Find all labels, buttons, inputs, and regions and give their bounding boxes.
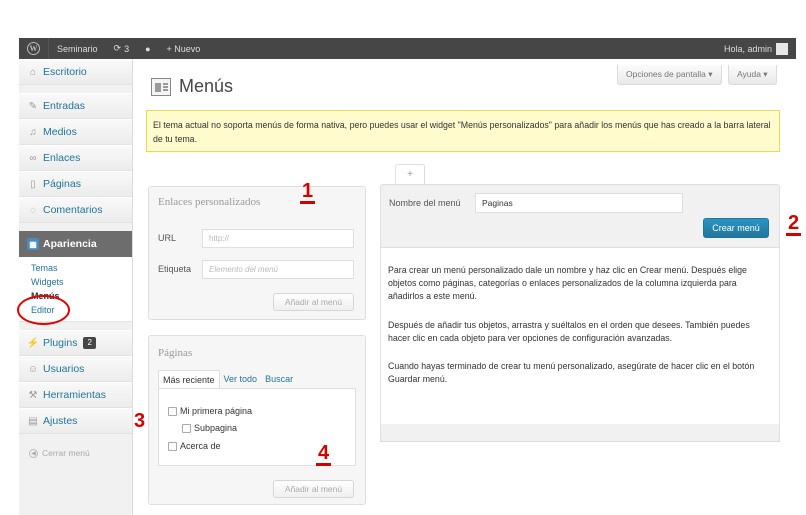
menu-name-label: Nombre del menú [389,198,461,208]
screen-options-tab[interactable]: Opciones de pantalla ▾ [617,65,722,85]
page-item-label: Subpagina [194,423,238,433]
instructions-paragraph-2: Después de añadir tus objetos, arrastra … [388,320,750,343]
annotation-number-2: 2 [786,212,802,236]
sidebar-item-label: Medios [43,126,77,138]
sidebar-item-escritorio[interactable]: ⌂ Escritorio [19,59,132,85]
annotation-number-3: 3 [134,410,145,433]
page-icon: ▯ [30,178,36,190]
sidebar-item-apariencia[interactable]: ▦ Apariencia [19,231,132,257]
settings-icon: ▤ [28,415,38,427]
sidebar-item-plugins[interactable]: ⚡ Plugins 2 [19,330,132,356]
sidebar-item-herramientas[interactable]: ⚒ Herramientas [19,382,132,408]
pages-box: Páginas Más reciente Ver todo Buscar Mi … [148,335,366,505]
updates-count: 3 [124,43,130,54]
wordpress-logo-icon[interactable]: W [19,38,49,59]
instructions-paragraph-3: Cuando hayas terminado de crear tu menú … [388,361,755,384]
appearance-icon: ▦ [27,238,39,250]
comment-bubble-icon: ● [145,43,151,54]
page-checkbox[interactable] [168,441,177,451]
sidebar-item-label: Páginas [43,178,81,190]
menu-item-label-input[interactable]: Elemento del menú [202,260,354,279]
plugin-icon: ⚡ [26,337,40,349]
tab-search[interactable]: Buscar [261,370,297,389]
collapse-menu-label: Cerrar menú [42,448,90,458]
sidebar-item-enlaces[interactable]: ∞ Enlaces [19,145,132,171]
list-item[interactable]: Acerca de [168,441,221,451]
sidebar-item-label: Comentarios [43,204,103,216]
annotation-number-1: 1 [300,180,316,204]
comment-icon: ◌ [30,204,36,216]
link-icon: ∞ [29,152,37,164]
sidebar-item-entradas[interactable]: ✎ Entradas [19,93,132,119]
label-label: Etiqueta [158,264,192,274]
custom-links-title[interactable]: Enlaces personalizados [158,196,260,208]
media-icon: ♫ [29,126,37,138]
tab-most-recent[interactable]: Más reciente [158,370,220,389]
highlight-circle-annotation [17,295,70,325]
page-checkbox[interactable] [182,423,191,433]
sidebar-item-label: Apariencia [43,238,97,250]
sidebar-item-label: Enlaces [43,152,81,164]
add-pages-button[interactable]: Añadir al menú [273,480,354,498]
page-header: Menús [151,76,233,97]
page-checkbox[interactable] [168,406,177,416]
annotation-label: 4 [318,442,330,464]
help-tab[interactable]: Ayuda ▾ [728,65,777,85]
account-menu[interactable]: Hola, admin [716,38,796,59]
pages-tabs: Más reciente Ver todo Buscar [158,370,297,389]
create-menu-button[interactable]: Crear menú [703,218,769,238]
sidebar-item-ajustes[interactable]: ▤ Ajustes [19,408,132,434]
menu-footer [380,424,780,442]
annotation-label: 1 [302,180,314,202]
instructions-paragraph-1: Para crear un menú personalizado dale un… [388,265,747,301]
sidebar-item-label: Usuarios [43,363,85,375]
menu-name-input[interactable]: Paginas [475,193,683,213]
plugins-update-badge: 2 [83,337,96,349]
greeting-text: Hola, admin [723,43,772,54]
site-name-link[interactable]: Seminario [49,38,106,59]
sidebar-item-usuarios[interactable]: ☺ Usuarios [19,356,132,382]
users-icon: ☺ [27,363,39,375]
page-title: Menús [179,76,234,96]
annotation-label: 2 [788,212,800,234]
annotation-label: 3 [134,410,146,432]
submenu-item-temas[interactable]: Temas [31,261,132,275]
list-item[interactable]: Mi primera página [168,406,252,416]
admin-sidebar: ⌂ Escritorio ✎ Entradas ♫ Medios ∞ Enlac… [19,59,133,515]
refresh-icon: ⟳ [113,43,122,53]
annotation-number-4: 4 [316,442,332,466]
sidebar-item-paginas[interactable]: ▯ Páginas [19,171,132,197]
theme-notice: El tema actual no soporta menús de forma… [146,110,780,152]
admin-bar: W Seminario ⟳ 3 ● + Nuevo Hola, admin [19,38,796,59]
add-menu-tab[interactable]: + [395,164,425,184]
sidebar-item-label: Ajustes [43,415,78,427]
menus-page-icon [151,77,171,96]
sidebar-item-medios[interactable]: ♫ Medios [19,119,132,145]
collapse-menu-button[interactable]: ◀ Cerrar menú [19,448,132,458]
sidebar-item-comentarios[interactable]: ◌ Comentarios [19,197,132,223]
pin-icon: ✎ [28,100,38,112]
tools-icon: ⚒ [28,389,38,401]
list-item[interactable]: Subpagina [182,423,237,433]
sidebar-item-label: Entradas [43,100,86,112]
custom-links-box: Enlaces personalizados URL http:// Etiqu… [148,186,366,320]
url-label: URL [158,233,177,243]
comments-link[interactable]: ● [137,38,158,59]
menu-header: Nombre del menú Paginas Crear menú [380,184,780,248]
sidebar-item-label: Plugins [43,337,78,349]
pages-box-title[interactable]: Páginas [158,347,192,359]
page-item-label: Mi primera página [180,406,253,416]
new-content-link[interactable]: + Nuevo [159,38,209,59]
url-input[interactable]: http:// [202,229,354,248]
sidebar-item-label: Herramientas [43,389,107,401]
submenu-item-widgets[interactable]: Widgets [31,275,132,289]
collapse-arrow-icon: ◀ [29,448,38,458]
updates-link[interactable]: ⟳ 3 [106,38,138,59]
add-custom-link-button[interactable]: Añadir al menú [273,293,354,311]
tab-view-all[interactable]: Ver todo [220,370,262,389]
avatar [776,42,788,55]
home-icon: ⌂ [29,66,37,78]
page-item-label: Acerca de [180,441,221,451]
sidebar-item-label: Escritorio [43,66,87,78]
